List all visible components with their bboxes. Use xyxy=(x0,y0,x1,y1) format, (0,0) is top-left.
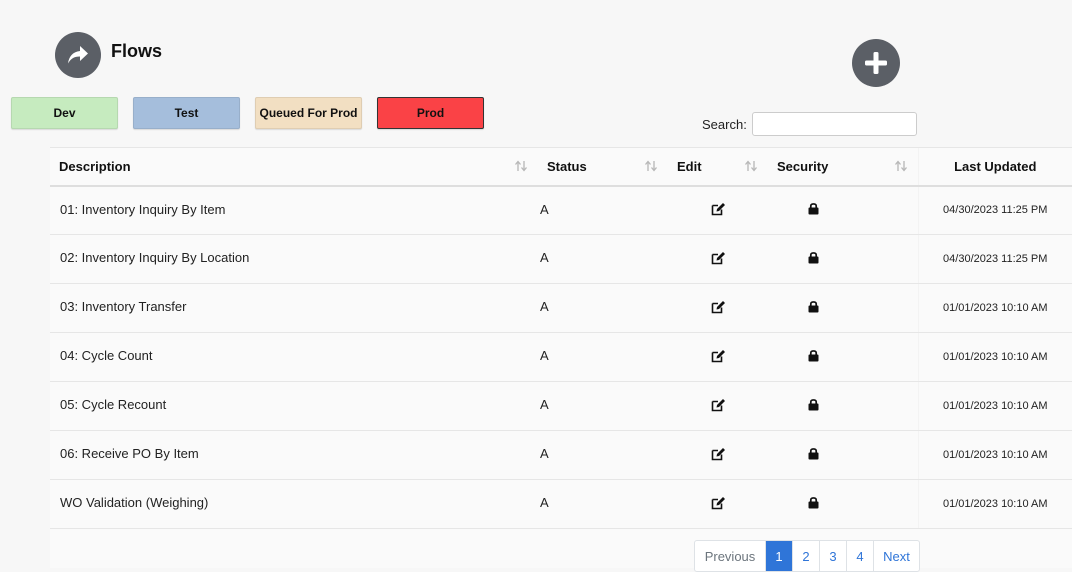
row-status: A xyxy=(538,185,668,235)
column-header-edit[interactable]: Edit xyxy=(668,147,768,187)
row-status: A xyxy=(538,283,668,333)
add-flow-button[interactable] xyxy=(852,39,900,87)
row-description: 06: Receive PO By Item xyxy=(50,430,538,480)
security-button[interactable] xyxy=(768,381,918,431)
row-status: A xyxy=(538,381,668,431)
row-last-updated: 04/30/2023 11:25 PM xyxy=(917,185,1072,235)
edit-button[interactable] xyxy=(668,430,768,480)
flows-table: Description Status Edit Security Last Up… xyxy=(50,147,1072,568)
env-dev-button[interactable]: Dev xyxy=(11,97,118,129)
lock-icon xyxy=(808,448,819,463)
lock-icon xyxy=(808,252,819,267)
row-description: 04: Cycle Count xyxy=(50,332,538,382)
row-status: A xyxy=(538,479,668,529)
row-status: A xyxy=(538,234,668,284)
search-input[interactable] xyxy=(752,112,917,136)
pagination-page-2[interactable]: 2 xyxy=(792,541,819,571)
row-last-updated: 01/01/2023 10:10 AM xyxy=(917,283,1072,333)
edit-icon xyxy=(711,251,726,268)
row-last-updated: 01/01/2023 10:10 AM xyxy=(917,332,1072,382)
sort-icon[interactable] xyxy=(894,160,908,175)
sort-icon[interactable] xyxy=(744,160,758,175)
row-description: 01: Inventory Inquiry By Item xyxy=(50,185,538,235)
edit-icon xyxy=(711,447,726,464)
search-label: Search: xyxy=(702,117,747,132)
row-status: A xyxy=(538,430,668,480)
table-row: WO Validation (Weighing) A 01/01/2023 10:1… xyxy=(50,479,1072,529)
edit-button[interactable] xyxy=(668,381,768,431)
row-description: 02: Inventory Inquiry By Location xyxy=(50,234,538,284)
lock-icon xyxy=(808,203,819,218)
flows-icon[interactable] xyxy=(55,32,101,78)
pagination-page-1[interactable]: 1 xyxy=(765,541,792,571)
pagination: Previous 1 2 3 4 Next xyxy=(694,540,920,572)
edit-button[interactable] xyxy=(668,185,768,235)
sort-icon[interactable] xyxy=(514,160,528,175)
security-button[interactable] xyxy=(768,332,918,382)
table-row: 02: Inventory Inquiry By Location A 04/30/… xyxy=(50,234,1072,284)
page-title: Flows xyxy=(111,41,163,61)
edit-button[interactable] xyxy=(668,479,768,529)
sort-icon[interactable] xyxy=(644,160,658,175)
table-row: 03: Inventory Transfer A 01/01/2023 10:10 … xyxy=(50,283,1072,333)
security-button[interactable] xyxy=(768,430,918,480)
security-button[interactable] xyxy=(768,234,918,284)
lock-icon xyxy=(808,301,819,316)
pagination-previous[interactable]: Previous xyxy=(695,541,765,571)
lock-icon xyxy=(808,497,819,512)
pagination-page-4[interactable]: 4 xyxy=(846,541,873,571)
env-test-button[interactable]: Test xyxy=(133,97,240,129)
row-last-updated: 01/01/2023 10:10 AM xyxy=(917,381,1072,431)
security-button[interactable] xyxy=(768,479,918,529)
lock-icon xyxy=(808,399,819,414)
row-description: 03: Inventory Transfer xyxy=(50,283,538,333)
edit-button[interactable] xyxy=(668,332,768,382)
plus-icon xyxy=(865,52,887,74)
pagination-page-3[interactable]: 3 xyxy=(819,541,846,571)
column-header-description[interactable]: Description xyxy=(50,147,538,187)
table-row: 01: Inventory Inquiry By Item A 04/30/2023… xyxy=(50,185,1072,235)
table-row: 05: Cycle Recount A 01/01/2023 10:10 AM xyxy=(50,381,1072,431)
edit-button[interactable] xyxy=(668,283,768,333)
env-queued-for-prod-button[interactable]: Queued For Prod xyxy=(255,97,362,129)
column-header-status[interactable]: Status xyxy=(538,147,668,187)
lock-icon xyxy=(808,350,819,365)
column-header-last-updated[interactable]: Last Updated xyxy=(917,147,1072,187)
share-arrow-icon xyxy=(68,46,88,64)
row-status: A xyxy=(538,332,668,382)
pagination-next[interactable]: Next xyxy=(873,541,919,571)
row-last-updated: 01/01/2023 10:10 AM xyxy=(917,430,1072,480)
edit-icon xyxy=(711,300,726,317)
row-last-updated: 04/30/2023 11:25 PM xyxy=(917,234,1072,284)
row-description: 05: Cycle Recount xyxy=(50,381,538,431)
security-button[interactable] xyxy=(768,185,918,235)
row-description: WO Validation (Weighing) xyxy=(50,479,538,529)
table-header-row: Description Status Edit Security Last Up… xyxy=(50,147,1072,187)
column-header-security[interactable]: Security xyxy=(768,147,918,187)
edit-icon xyxy=(711,398,726,415)
table-row: 04: Cycle Count A 01/01/2023 10:10 AM xyxy=(50,332,1072,382)
edit-icon xyxy=(711,349,726,366)
security-button[interactable] xyxy=(768,283,918,333)
table-row: 06: Receive PO By Item A 01/01/2023 10:10 … xyxy=(50,430,1072,480)
row-last-updated: 01/01/2023 10:10 AM xyxy=(917,479,1072,529)
edit-icon xyxy=(711,496,726,513)
env-prod-button[interactable]: Prod xyxy=(377,97,484,129)
edit-button[interactable] xyxy=(668,234,768,284)
edit-icon xyxy=(711,202,726,219)
